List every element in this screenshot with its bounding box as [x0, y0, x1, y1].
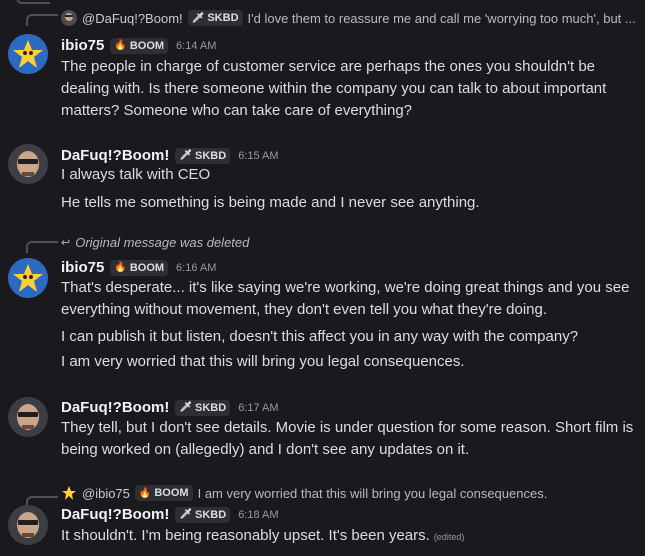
message-text: The people in charge of customer service…	[61, 58, 607, 119]
role-tag: 🔥 BOOM	[134, 485, 193, 501]
role-tag-label: BOOM	[129, 39, 165, 52]
avatar[interactable]	[8, 258, 48, 298]
message-text-row: It shouldn't. I'm being reasonably upset…	[61, 525, 636, 548]
message-header: DaFuq!?Boom! 🗡 SKBD 6:15 AM	[61, 147, 279, 164]
reply-preview[interactable]: @ibio75 🔥 BOOM I am very worried that thi…	[61, 485, 641, 501]
reply-text: Original message was deleted	[75, 235, 250, 250]
username[interactable]: DaFuq!?Boom!	[61, 506, 169, 523]
fire-icon: 🔥	[138, 487, 152, 499]
message-text: That's desperate... it's like saying we'…	[61, 279, 630, 318]
reply-spine-top	[0, 0, 100, 4]
role-tag-label: SKBD	[207, 12, 239, 24]
message-text: They tell, but I don't see details. Movi…	[61, 419, 634, 458]
reply-arrow-icon: ↩	[61, 237, 71, 249]
reply-preview[interactable]: ↩ Original message was deleted	[61, 235, 641, 250]
role-tag-label: SKBD	[195, 508, 227, 521]
avatar[interactable]	[8, 144, 48, 184]
sword-icon: 🗡	[179, 150, 193, 161]
role-tag: 🔥 BOOM	[110, 259, 169, 276]
timestamp[interactable]: 6:15 AM	[238, 150, 278, 162]
message-text: It shouldn't. I'm being reasonably upset…	[61, 527, 430, 544]
edited-label: (edited)	[433, 532, 465, 542]
reply-preview[interactable]: @DaFuq!?Boom! 🗡 SKBD I'd love them to rea…	[61, 10, 641, 26]
fire-icon: 🔥	[114, 40, 127, 51]
reply-username[interactable]: @ibio75	[82, 486, 130, 501]
reply-avatar	[61, 10, 77, 26]
sword-icon: 🗡	[191, 12, 205, 24]
role-tag-label: SKBD	[195, 149, 227, 162]
role-tag: 🔥 BOOM	[110, 37, 169, 54]
message-text: I am very worried that this will bring y…	[61, 353, 465, 370]
message-text: I can publish it but listen, doesn't thi…	[61, 328, 579, 345]
avatar[interactable]	[8, 397, 48, 437]
message-header: ibio75 🔥 BOOM 6:16 AM	[61, 259, 216, 276]
sword-icon: 🗡	[179, 509, 193, 520]
reply-text: I'd love them to reassure me and call me…	[247, 10, 636, 26]
role-tag: 🗡 SKBD	[175, 399, 231, 416]
reply-text: I am very worried that this will bring y…	[197, 485, 548, 501]
username[interactable]: ibio75	[61, 37, 104, 54]
message-header: ibio75 🔥 BOOM 6:14 AM	[61, 37, 216, 54]
role-tag: 🗡 SKBD	[175, 506, 231, 523]
username[interactable]: DaFuq!?Boom!	[61, 147, 169, 164]
reply-username[interactable]: @DaFuq!?Boom!	[82, 11, 183, 26]
message-header: DaFuq!?Boom! 🗡 SKBD 6:17 AM	[61, 399, 279, 416]
role-tag-label: BOOM	[154, 487, 189, 499]
reply-spine	[26, 241, 58, 253]
avatar[interactable]	[8, 34, 48, 74]
role-tag-label: BOOM	[129, 261, 165, 274]
fire-icon: 🔥	[114, 262, 127, 273]
timestamp[interactable]: 6:14 AM	[176, 40, 216, 52]
role-tag-label: SKBD	[195, 401, 227, 414]
message-header: DaFuq!?Boom! 🗡 SKBD 6:18 AM	[61, 506, 279, 523]
reply-avatar	[61, 485, 77, 501]
username[interactable]: DaFuq!?Boom!	[61, 399, 169, 416]
sword-icon: 🗡	[179, 402, 193, 413]
message-text: He tells me something is being made and …	[61, 194, 480, 211]
timestamp[interactable]: 6:16 AM	[176, 262, 216, 274]
timestamp[interactable]: 6:18 AM	[238, 509, 278, 521]
role-tag: 🗡 SKBD	[175, 147, 231, 164]
reply-spine	[26, 14, 58, 26]
message-text: I always talk with CEO	[61, 166, 211, 183]
timestamp[interactable]: 6:17 AM	[238, 402, 278, 414]
username[interactable]: ibio75	[61, 259, 104, 276]
avatar[interactable]	[8, 505, 48, 545]
role-tag: 🗡 SKBD	[187, 10, 243, 26]
